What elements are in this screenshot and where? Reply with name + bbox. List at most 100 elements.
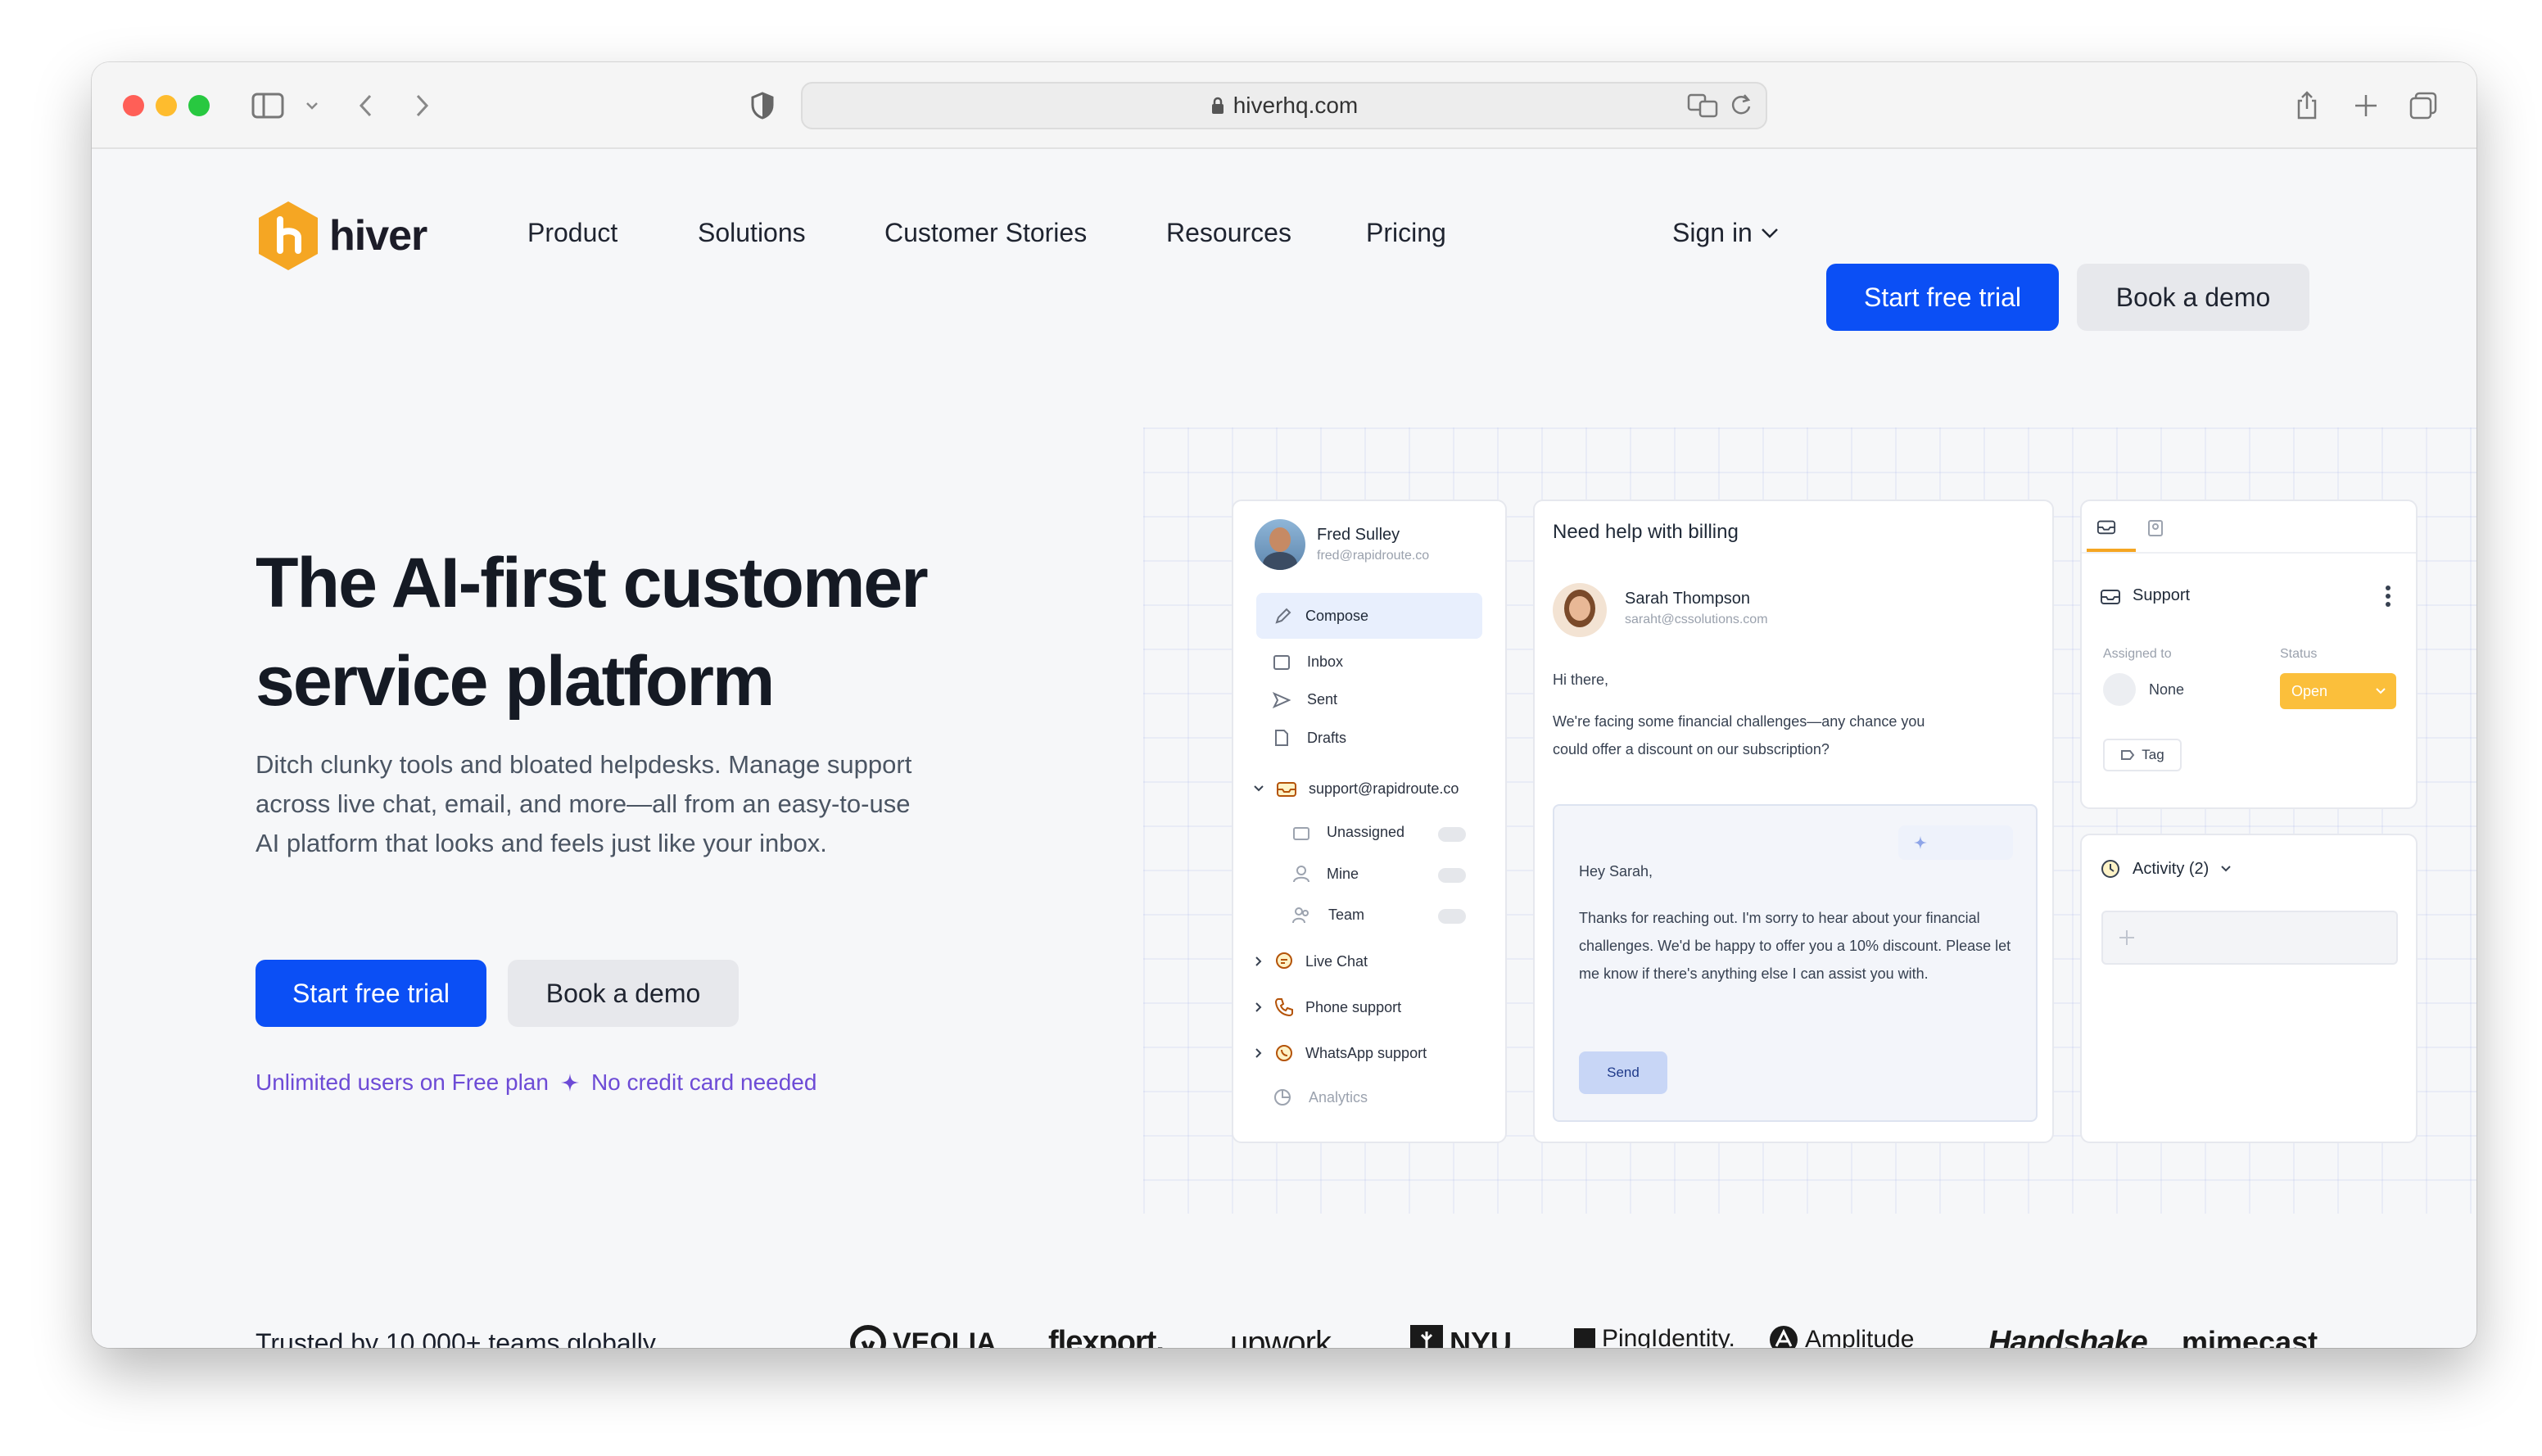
reply-greeting: Hey Sarah, xyxy=(1579,863,1653,879)
assignee-avatar xyxy=(2103,673,2136,706)
brand-logo-pingidentity: PingIdentity. xyxy=(1574,1325,1735,1348)
team-count-pill xyxy=(1438,909,1466,924)
sparkle-icon xyxy=(1913,835,1928,850)
sidebar-item-drafts[interactable]: Drafts xyxy=(1273,729,1346,747)
new-tab-icon[interactable] xyxy=(2345,85,2386,126)
hero-start-trial-button[interactable]: Start free trial xyxy=(256,960,486,1027)
sidebar-item-label: Sent xyxy=(1307,691,1338,708)
sidebar-toggle-icon[interactable] xyxy=(247,85,288,126)
close-window-button[interactable] xyxy=(123,95,144,116)
send-button[interactable]: Send xyxy=(1579,1051,1667,1094)
channel-label: Phone support xyxy=(1305,998,1402,1015)
assignee-select[interactable]: None xyxy=(2103,673,2184,706)
channel-phone-support[interactable]: Phone support xyxy=(1255,997,1401,1017)
sidebar-item-inbox[interactable]: Inbox xyxy=(1273,653,1343,671)
hero-book-demo-button[interactable]: Book a demo xyxy=(508,960,739,1027)
veolia-logo-icon xyxy=(850,1325,886,1348)
logo-text: hiver xyxy=(329,212,427,260)
nyu-torch-icon xyxy=(1410,1325,1443,1348)
mockup-conversation: Need help with billing Sarah Thompson sa… xyxy=(1533,500,2054,1143)
status-dropdown[interactable]: Open xyxy=(2280,673,2396,709)
mockup-details: Support Assigned to Status None Open Tag xyxy=(2080,500,2418,809)
draft-icon xyxy=(1275,730,1288,746)
details-tab-inbox[interactable] xyxy=(2096,518,2116,540)
chevron-down-icon[interactable] xyxy=(292,85,332,126)
share-icon[interactable] xyxy=(2286,85,2327,126)
hero-subtitle: Ditch clunky tools and bloated helpdesks… xyxy=(256,750,912,857)
add-activity-field[interactable] xyxy=(2101,911,2398,965)
status-label: Status xyxy=(2280,647,2318,661)
browser-toolbar: hiverhq.com xyxy=(92,62,2476,149)
sign-in-label: Sign in xyxy=(1672,218,1753,247)
channel-live-chat[interactable]: Live Chat xyxy=(1255,952,1368,971)
shared-item-unassigned[interactable]: Unassigned xyxy=(1292,824,1404,841)
tag-button[interactable]: Tag xyxy=(2103,739,2182,771)
details-inbox-label: Support xyxy=(2133,586,2191,604)
tab-overview-icon[interactable] xyxy=(2403,85,2444,126)
shared-item-label: Team xyxy=(1328,906,1365,923)
browser-window: hiverhq.com hiver Product Solutions Cust… xyxy=(92,62,2476,1348)
message-greeting: Hi there, xyxy=(1553,671,1609,688)
nav-product[interactable]: Product xyxy=(527,218,617,248)
sidebar-item-sent[interactable]: Sent xyxy=(1273,691,1337,708)
shared-item-mine[interactable]: Mine xyxy=(1292,865,1359,883)
pencil-icon xyxy=(1275,608,1291,624)
reload-icon[interactable] xyxy=(1730,92,1753,116)
amplitude-logo-icon xyxy=(1770,1326,1798,1348)
sparkle-icon xyxy=(560,1074,579,1092)
address-bar[interactable]: hiverhq.com xyxy=(801,82,1767,129)
more-options-icon[interactable] xyxy=(2385,585,2391,608)
details-tab-contact[interactable] xyxy=(2147,519,2164,541)
unassigned-count-pill xyxy=(1438,827,1466,842)
forward-icon[interactable] xyxy=(401,85,442,126)
activity-header[interactable]: Activity (2) xyxy=(2100,858,2232,879)
shared-item-team[interactable]: Team xyxy=(1292,906,1364,924)
sign-in-menu[interactable]: Sign in xyxy=(1672,218,1779,248)
brand-name: PingIdentity. xyxy=(1602,1325,1735,1348)
shared-inbox-icon xyxy=(1277,782,1296,797)
chevron-down-icon xyxy=(2221,866,2232,872)
history-icon xyxy=(2101,860,2119,878)
tagline-no-card: No credit card needed xyxy=(590,1069,817,1095)
minimize-window-button[interactable] xyxy=(156,95,177,116)
nav-customer-stories[interactable]: Customer Stories xyxy=(884,218,1087,248)
tagline-free-plan: Unlimited users on Free plan xyxy=(256,1069,549,1095)
user-name: Fred Sulley xyxy=(1317,526,1400,544)
page-content: hiver Product Solutions Customer Stories… xyxy=(92,149,2476,1348)
nav-resources[interactable]: Resources xyxy=(1166,218,1291,248)
sender-name: Sarah Thompson xyxy=(1625,590,1751,608)
privacy-shield-icon[interactable] xyxy=(742,85,783,126)
assigned-label: Assigned to xyxy=(2103,647,2172,661)
shared-inbox[interactable]: support@rapidroute.co xyxy=(1253,780,1459,798)
ai-assist-button[interactable] xyxy=(1898,825,2013,860)
header-start-trial-button[interactable]: Start free trial xyxy=(1826,264,2059,331)
maximize-window-button[interactable] xyxy=(188,95,210,116)
chevron-down-icon xyxy=(1254,785,1264,792)
lock-icon xyxy=(1211,97,1224,114)
brand-logo-veolia: VEOLIA xyxy=(850,1325,997,1348)
inbox-icon xyxy=(2096,520,2116,535)
hiver-logo[interactable]: hiver xyxy=(256,200,427,272)
header-book-demo-button[interactable]: Book a demo xyxy=(2077,264,2309,331)
hero-title: The AI-first customer service platform xyxy=(256,544,929,721)
envelope-icon xyxy=(1293,826,1309,840)
user-email: fred@rapidroute.co xyxy=(1317,549,1430,563)
analytics-icon xyxy=(1274,1089,1291,1106)
nav-solutions[interactable]: Solutions xyxy=(698,218,806,248)
tag-label: Tag xyxy=(2142,747,2164,762)
plus-icon xyxy=(2119,930,2134,945)
inbox-icon xyxy=(2101,589,2120,604)
sidebar-item-analytics[interactable]: Analytics xyxy=(1273,1087,1368,1107)
activity-label: Activity (2) xyxy=(2133,859,2210,878)
reply-box[interactable]: Hey Sarah, Thanks for reaching out. I'm … xyxy=(1553,804,2038,1122)
compose-button[interactable]: Compose xyxy=(1256,593,1482,639)
back-icon[interactable] xyxy=(346,85,387,126)
conversation-subject: Need help with billing xyxy=(1553,521,1739,543)
tab-divider xyxy=(2082,552,2416,554)
translate-icon[interactable] xyxy=(1687,92,1718,118)
brand-logo-amplitude: Amplitude xyxy=(1769,1325,1914,1348)
nav-pricing[interactable]: Pricing xyxy=(1366,218,1446,248)
tag-icon xyxy=(2121,750,2135,760)
trusted-label: Trusted by 10,000+ teams globally xyxy=(256,1328,656,1348)
channel-whatsapp-support[interactable]: WhatsApp support xyxy=(1255,1043,1427,1063)
